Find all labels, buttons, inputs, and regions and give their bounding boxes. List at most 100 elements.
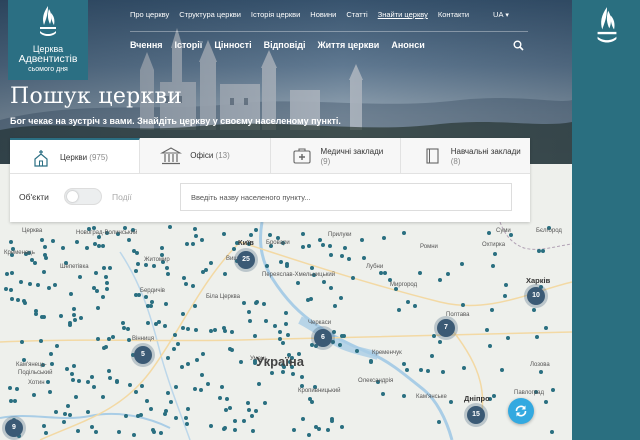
church-marker[interactable] <box>174 416 178 420</box>
church-marker[interactable] <box>263 401 267 405</box>
church-marker[interactable] <box>169 400 173 404</box>
church-marker[interactable] <box>426 369 430 373</box>
church-marker[interactable] <box>461 303 465 307</box>
church-marker[interactable] <box>441 370 445 374</box>
church-marker[interactable] <box>490 308 494 312</box>
church-marker[interactable] <box>135 251 139 255</box>
church-marker[interactable] <box>19 280 23 284</box>
church-marker[interactable] <box>9 240 13 244</box>
church-marker[interactable] <box>265 264 269 268</box>
church-marker[interactable] <box>184 416 188 420</box>
church-marker[interactable] <box>168 225 172 229</box>
church-marker[interactable] <box>186 362 190 366</box>
church-marker[interactable] <box>172 347 176 351</box>
church-marker[interactable] <box>307 433 311 437</box>
church-marker[interactable] <box>281 370 285 374</box>
church-marker[interactable] <box>68 321 72 325</box>
church-marker[interactable] <box>94 430 98 434</box>
church-marker[interactable] <box>251 429 255 433</box>
church-marker[interactable] <box>438 340 442 344</box>
church-marker[interactable] <box>333 304 337 308</box>
church-marker[interactable] <box>144 263 148 267</box>
church-marker[interactable] <box>270 371 274 375</box>
church-marker[interactable] <box>369 359 373 363</box>
church-marker[interactable] <box>149 304 153 308</box>
church-marker[interactable] <box>66 404 70 408</box>
church-marker[interactable] <box>104 275 108 279</box>
church-marker[interactable] <box>15 387 19 391</box>
church-marker[interactable] <box>332 330 336 334</box>
church-marker[interactable] <box>544 326 548 330</box>
church-marker[interactable] <box>249 233 253 237</box>
church-marker[interactable] <box>268 233 272 237</box>
church-marker[interactable] <box>437 420 441 424</box>
church-marker[interactable] <box>152 264 156 268</box>
church-marker[interactable] <box>10 271 14 275</box>
church-marker[interactable] <box>446 272 450 276</box>
church-marker[interactable] <box>500 368 504 372</box>
church-marker[interactable] <box>10 297 14 301</box>
top-nav-news[interactable]: Новини <box>310 10 336 22</box>
church-marker[interactable] <box>291 372 295 376</box>
tab-medical[interactable]: Медичні заклади (9) <box>270 138 401 173</box>
church-marker[interactable] <box>340 254 344 258</box>
church-marker[interactable] <box>339 296 343 300</box>
church-marker[interactable] <box>405 368 409 372</box>
church-marker[interactable] <box>506 336 510 340</box>
church-marker[interactable] <box>493 252 497 256</box>
church-marker[interactable] <box>222 232 226 236</box>
church-marker[interactable] <box>233 428 237 432</box>
church-marker[interactable] <box>134 390 138 394</box>
church-marker[interactable] <box>279 260 283 264</box>
church-marker[interactable] <box>49 352 53 356</box>
church-marker[interactable] <box>164 302 168 306</box>
church-marker[interactable] <box>191 284 195 288</box>
church-marker[interactable] <box>487 231 491 235</box>
church-marker[interactable] <box>69 292 73 296</box>
map-cluster-marker[interactable]: 25 <box>237 251 255 269</box>
church-marker[interactable] <box>184 282 188 286</box>
church-marker[interactable] <box>20 340 24 344</box>
church-marker[interactable] <box>301 245 305 249</box>
church-marker[interactable] <box>128 383 132 387</box>
church-marker[interactable] <box>383 271 387 275</box>
main-nav-church-life[interactable]: Життя церкви <box>318 40 380 52</box>
church-marker[interactable] <box>247 408 251 412</box>
church-marker[interactable] <box>72 313 76 317</box>
church-marker[interactable] <box>321 243 325 247</box>
church-marker[interactable] <box>264 319 268 323</box>
church-marker[interactable] <box>185 422 189 426</box>
church-marker[interactable] <box>504 283 508 287</box>
church-marker[interactable] <box>140 384 144 388</box>
map-cluster-marker[interactable]: 7 <box>437 319 455 337</box>
church-marker[interactable] <box>90 425 94 429</box>
objects-events-toggle[interactable] <box>64 188 102 205</box>
main-nav-announcements[interactable]: Анонси <box>391 40 424 52</box>
church-marker[interactable] <box>206 382 210 386</box>
church-marker[interactable] <box>126 327 130 331</box>
church-marker[interactable] <box>438 278 442 282</box>
church-marker[interactable] <box>329 286 333 290</box>
church-marker[interactable] <box>62 420 66 424</box>
church-marker[interactable] <box>194 234 198 238</box>
church-marker[interactable] <box>101 395 105 399</box>
church-marker[interactable] <box>300 375 304 379</box>
church-marker[interactable] <box>503 294 507 298</box>
church-marker[interactable] <box>318 238 322 242</box>
church-marker[interactable] <box>117 430 121 434</box>
church-marker[interactable] <box>181 312 185 316</box>
church-marker[interactable] <box>284 322 288 326</box>
church-marker[interactable] <box>166 391 170 395</box>
church-marker[interactable] <box>195 358 199 362</box>
church-marker[interactable] <box>77 379 81 383</box>
top-nav-structure[interactable]: Структура церкви <box>179 10 241 22</box>
church-marker[interactable] <box>218 396 222 400</box>
church-marker[interactable] <box>102 266 106 270</box>
church-marker[interactable] <box>75 240 79 244</box>
church-marker[interactable] <box>86 380 90 384</box>
map-cluster-marker[interactable]: 5 <box>134 346 152 364</box>
church-marker[interactable] <box>127 238 131 242</box>
church-marker[interactable] <box>230 330 234 334</box>
church-marker[interactable] <box>328 244 332 248</box>
map-cluster-marker[interactable]: 15 <box>467 406 485 424</box>
